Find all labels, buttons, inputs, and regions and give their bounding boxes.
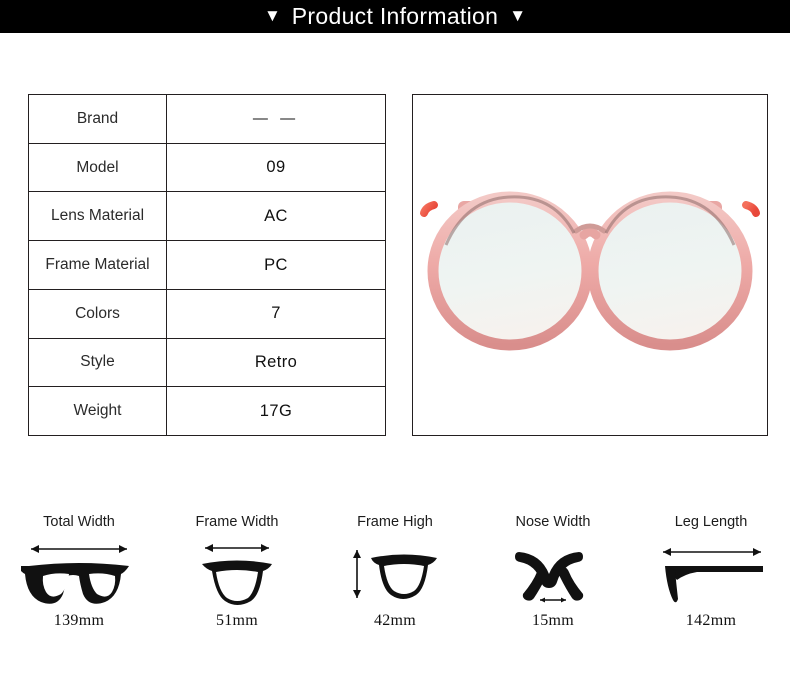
spec-value-lens-material: AC xyxy=(264,206,288,225)
measurement-label: Total Width xyxy=(43,514,115,530)
spec-label-weight: Weight xyxy=(29,387,167,436)
glasses-temple-arm-icon xyxy=(651,534,771,612)
page-header: ▼ Product Information ▼ xyxy=(0,0,790,33)
measurement-total-width: Total Width 139mm xyxy=(0,510,158,660)
spec-label-model: Model xyxy=(29,143,167,192)
caret-down-icon-left: ▼ xyxy=(263,6,281,25)
measurement-value: 15mm xyxy=(531,612,575,629)
spec-label-frame-material: Frame Material xyxy=(29,241,167,289)
spec-label-style: Style xyxy=(29,338,167,387)
specification-table: Brand — — Model 09 Lens Material AC Fram… xyxy=(28,94,386,436)
spec-value-brand: — — xyxy=(252,110,300,128)
measurement-frame-high: Frame High 42mm xyxy=(316,510,474,660)
glasses-single-lens-icon xyxy=(347,534,443,612)
table-row: Style Retro xyxy=(29,338,385,388)
spec-value-colors: 7 xyxy=(271,304,281,323)
measurement-value: 42mm xyxy=(373,612,417,629)
spec-value-model: 09 xyxy=(266,158,286,177)
measurement-nose-width: Nose Width 15mm xyxy=(474,510,632,660)
table-row: Brand — — xyxy=(29,95,385,144)
measurements-row: Total Width 139mm Frame Width 51mm Frame… xyxy=(0,510,790,660)
measurement-value: 51mm xyxy=(215,612,259,629)
eyeglasses-front-view-image xyxy=(420,191,760,351)
measurement-label: Frame Width xyxy=(195,514,279,530)
measurement-value: 142mm xyxy=(685,612,737,629)
spec-value-style: Retro xyxy=(254,352,298,371)
caret-down-icon-right: ▼ xyxy=(509,6,527,25)
spec-label-brand: Brand xyxy=(29,95,167,143)
glasses-single-lens-icon xyxy=(192,534,282,612)
table-row: Frame Material PC xyxy=(29,241,385,290)
product-photo xyxy=(412,94,768,436)
table-row: Weight 17G xyxy=(29,387,385,436)
measurement-label: Frame High xyxy=(357,514,433,530)
table-row: Model 09 xyxy=(29,143,385,193)
spec-value-frame-material: PC xyxy=(264,255,288,274)
glasses-bridge-icon xyxy=(511,534,595,612)
spec-value-weight: 17G xyxy=(259,401,293,420)
glasses-full-front-icon xyxy=(21,534,137,612)
page-title: Product Information xyxy=(291,3,499,29)
measurement-leg-length: Leg Length 142mm xyxy=(632,510,790,660)
measurement-value: 139mm xyxy=(53,612,105,629)
measurement-frame-width: Frame Width 51mm xyxy=(158,510,316,660)
table-row: Lens Material AC xyxy=(29,192,385,242)
measurement-label: Nose Width xyxy=(515,514,591,530)
spec-label-lens-material: Lens Material xyxy=(29,192,167,241)
table-row: Colors 7 xyxy=(29,289,385,339)
measurement-label: Leg Length xyxy=(674,514,748,530)
spec-label-colors: Colors xyxy=(29,289,167,338)
